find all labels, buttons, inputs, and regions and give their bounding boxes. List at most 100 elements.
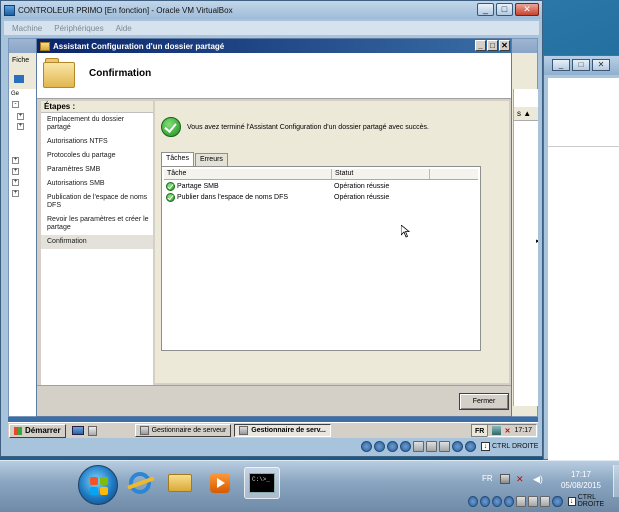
- host-start-button[interactable]: [78, 465, 118, 505]
- tree-expand-icon[interactable]: -: [12, 101, 19, 108]
- host-clock[interactable]: 17:17 05/08/2015: [552, 469, 610, 491]
- network-icon[interactable]: [491, 426, 501, 435]
- column-header-statut[interactable]: Statut: [332, 169, 430, 179]
- cpu-icon[interactable]: [552, 495, 563, 507]
- tree-expand-icon[interactable]: +: [12, 190, 19, 197]
- close-icon[interactable]: ✕: [499, 40, 510, 51]
- step-item[interactable]: Emplacement du dossier partagé: [41, 113, 153, 135]
- taskbar-item-server-manager[interactable]: Gestionnaire de serveur: [134, 424, 232, 437]
- tree-expand-icon[interactable]: +: [12, 157, 19, 164]
- success-check-icon: [161, 117, 181, 137]
- tasks-panel: Tâche Statut Partage SMB Opération réuss…: [161, 166, 481, 351]
- tasks-grid-header: Tâche Statut: [164, 169, 478, 180]
- host-key-indicator[interactable]: ↓ CTRL DROITE: [481, 442, 538, 451]
- step-item[interactable]: Autorisations SMB: [41, 177, 153, 191]
- server-manager-menu-fragment[interactable]: Fiche: [12, 57, 29, 64]
- network-adapter-icon[interactable]: [400, 441, 411, 452]
- table-row[interactable]: Publier dans l'espace de noms DFS Opérat…: [164, 192, 478, 203]
- background-vm-window[interactable]: _ □ ✕: [543, 55, 619, 476]
- host-date: 05/08/2015: [560, 481, 602, 490]
- video-capture-icon[interactable]: [439, 441, 450, 452]
- host-time: 17:17: [570, 470, 592, 479]
- display-icon[interactable]: [426, 441, 437, 452]
- wizard-titlebar[interactable]: Assistant Configuration d'un dossier par…: [37, 39, 511, 53]
- step-item[interactable]: Autorisations NTFS: [41, 135, 153, 149]
- maximize-icon[interactable]: □: [487, 40, 498, 51]
- optical-drive-icon[interactable]: [374, 441, 385, 452]
- task-status: Opération réussie: [334, 183, 390, 190]
- tree-expand-icon[interactable]: +: [12, 179, 19, 186]
- media-player-icon[interactable]: [202, 467, 238, 499]
- server-manager-tree[interactable]: Ge - + + + + + +: [9, 89, 37, 416]
- command-prompt-icon[interactable]: C:\>_: [244, 467, 280, 499]
- video-capture-icon[interactable]: [540, 495, 551, 507]
- background-window-panel: [548, 146, 619, 476]
- minimize-icon[interactable]: _: [552, 59, 570, 71]
- menu-peripheriques[interactable]: Périphériques: [54, 24, 103, 33]
- taskbar-item-server-manager-active[interactable]: Gestionnaire de serv...: [234, 424, 331, 437]
- step-item-current[interactable]: Confirmation: [41, 235, 153, 249]
- close-icon[interactable]: ✕: [515, 3, 539, 16]
- step-item[interactable]: Paramètres SMB: [41, 163, 153, 177]
- start-button[interactable]: Démarrer: [9, 423, 66, 438]
- virtualbox-menubar: Machine Périphériques Aide: [4, 21, 539, 35]
- network-warning-icon[interactable]: ✕: [516, 474, 526, 484]
- optical-drive-icon[interactable]: [480, 495, 491, 507]
- mouse-integration-icon[interactable]: [465, 441, 476, 452]
- tree-fragment[interactable]: Ge: [11, 91, 19, 97]
- network-warning-icon[interactable]: ✕: [505, 427, 511, 435]
- background-window-titlebar[interactable]: _ □ ✕: [544, 56, 619, 75]
- shared-folders-icon[interactable]: [413, 441, 424, 452]
- virtualbox-icon: [4, 4, 15, 16]
- column-header-tache[interactable]: Tâche: [164, 169, 332, 179]
- task-label: Gestionnaire de serv...: [251, 427, 326, 434]
- hard-disk-icon[interactable]: [361, 441, 372, 452]
- step-item[interactable]: Protocoles du partage: [41, 149, 153, 163]
- show-desktop-icon[interactable]: [71, 426, 84, 435]
- menu-aide[interactable]: Aide: [116, 24, 132, 33]
- tab-taches[interactable]: Tâches: [161, 152, 194, 166]
- maximize-icon[interactable]: □: [496, 3, 513, 16]
- maximize-icon[interactable]: □: [572, 59, 590, 71]
- background-window-body: [548, 78, 619, 476]
- internet-explorer-icon[interactable]: [122, 467, 158, 499]
- right-arrow-icon[interactable]: ▸: [536, 237, 538, 245]
- cpu-icon[interactable]: [452, 441, 463, 452]
- tree-expand-icon[interactable]: +: [17, 123, 24, 130]
- guest-screen[interactable]: Fiche Ge - + + + + + + s ▲ ▸ Assistant C…: [8, 38, 538, 438]
- menu-machine[interactable]: Machine: [12, 24, 42, 33]
- right-panel-header: s ▲: [514, 107, 538, 121]
- share-wizard-dialog[interactable]: Assistant Configuration d'un dossier par…: [36, 38, 512, 417]
- virtualbox-titlebar[interactable]: CONTROLEUR PRIMO [En fonction] - Oracle …: [1, 1, 542, 19]
- usb-icon[interactable]: [387, 441, 398, 452]
- volume-icon[interactable]: ◀): [533, 474, 543, 485]
- action-center-icon[interactable]: [500, 474, 510, 484]
- task-name: Publier dans l'espace de noms DFS: [177, 194, 289, 201]
- minimize-icon[interactable]: _: [475, 40, 486, 51]
- hard-disk-icon[interactable]: [468, 495, 479, 507]
- task-status: Opération réussie: [334, 194, 390, 201]
- file-explorer-icon[interactable]: [162, 467, 198, 499]
- table-row[interactable]: Partage SMB Opération réussie: [164, 181, 478, 192]
- minimize-icon[interactable]: _: [477, 3, 494, 16]
- virtualbox-window[interactable]: CONTROLEUR PRIMO [En fonction] - Oracle …: [0, 0, 543, 457]
- host-language-indicator[interactable]: FR: [482, 474, 493, 483]
- usb-icon[interactable]: [492, 495, 503, 507]
- shared-folders-icon[interactable]: [516, 495, 527, 507]
- close-button[interactable]: Fermer: [459, 393, 509, 410]
- guest-clock[interactable]: 17:17: [514, 427, 532, 434]
- step-item[interactable]: Revoir les paramètres et créer le partag…: [41, 213, 153, 235]
- step-item[interactable]: Publication de l'espace de noms DFS: [41, 191, 153, 213]
- network-adapter-icon[interactable]: [504, 495, 515, 507]
- tree-expand-icon[interactable]: +: [12, 168, 19, 175]
- display-icon[interactable]: [528, 495, 539, 507]
- tab-erreurs[interactable]: Erreurs: [194, 153, 228, 166]
- host-key-indicator[interactable]: ↓ CTRL DROITE: [567, 494, 619, 508]
- server-manager-quicklaunch-icon[interactable]: [87, 425, 97, 436]
- close-icon[interactable]: ✕: [592, 59, 610, 71]
- wizard-footer: Fermer: [37, 385, 511, 415]
- guest-taskbar: Démarrer Gestionnaire de serveur Gestion…: [8, 422, 538, 438]
- back-arrow-icon[interactable]: [14, 75, 24, 83]
- tree-expand-icon[interactable]: +: [17, 113, 24, 120]
- host-vm-statusbar: ↓ CTRL DROITE: [468, 492, 619, 510]
